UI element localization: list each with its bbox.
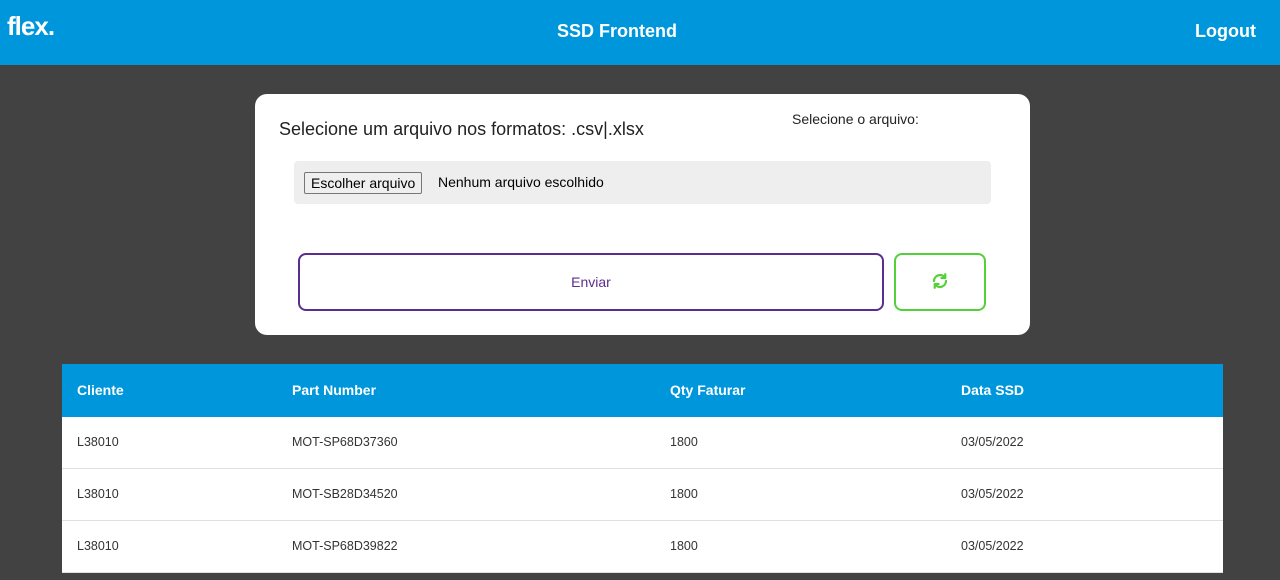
header-data-ssd[interactable]: Data SSD (961, 382, 1024, 398)
choose-file-button[interactable]: Escolher arquivo (304, 172, 423, 194)
cell-part-number: MOT-SB28D34520 (292, 487, 398, 501)
cell-part-number: MOT-SP68D39822 (292, 539, 398, 553)
refresh-icon (931, 272, 949, 293)
upload-title: Selecione um arquivo nos formatos: .csv|… (279, 119, 644, 139)
table-row[interactable]: L38010 MOT-SP68D39822 1800 03/05/2022 (62, 521, 1223, 573)
cell-cliente: L38010 (77, 435, 119, 449)
app-title: SSD Frontend (557, 21, 677, 41)
cell-data-ssd: 03/05/2022 (961, 435, 1024, 449)
cell-qty-faturar: 1800 (670, 435, 698, 449)
upload-card: Selecione um arquivo nos formatos: .csv|… (255, 94, 1030, 335)
ssd-table: Cliente Part Number Qty Faturar Data SSD… (62, 364, 1223, 573)
header-cliente[interactable]: Cliente (77, 382, 124, 398)
cell-cliente: L38010 (77, 539, 119, 553)
table-row[interactable]: L38010 MOT-SB28D34520 1800 03/05/2022 (62, 469, 1223, 521)
table-row[interactable]: L38010 MOT-SP68D37360 1800 03/05/2022 (62, 417, 1223, 469)
cell-qty-faturar: 1800 (670, 487, 698, 501)
select-file-label: Selecione o arquivo: (792, 111, 919, 127)
file-status: Nenhum arquivo escolhido (438, 174, 604, 190)
cell-part-number: MOT-SP68D37360 (292, 435, 398, 449)
refresh-button[interactable] (894, 253, 986, 311)
top-bar: flex. SSD Frontend Logout (0, 0, 1280, 65)
send-button[interactable]: Enviar (298, 253, 884, 311)
cell-data-ssd: 03/05/2022 (961, 487, 1024, 501)
cell-data-ssd: 03/05/2022 (961, 539, 1024, 553)
cell-cliente: L38010 (77, 487, 119, 501)
file-input-row: Escolher arquivo Nenhum arquivo escolhid… (294, 161, 991, 204)
table-header: Cliente Part Number Qty Faturar Data SSD (62, 364, 1223, 417)
header-qty-faturar[interactable]: Qty Faturar (670, 382, 745, 398)
header-part-number[interactable]: Part Number (292, 382, 376, 398)
cell-qty-faturar: 1800 (670, 539, 698, 553)
logout-link[interactable]: Logout (1195, 21, 1256, 42)
